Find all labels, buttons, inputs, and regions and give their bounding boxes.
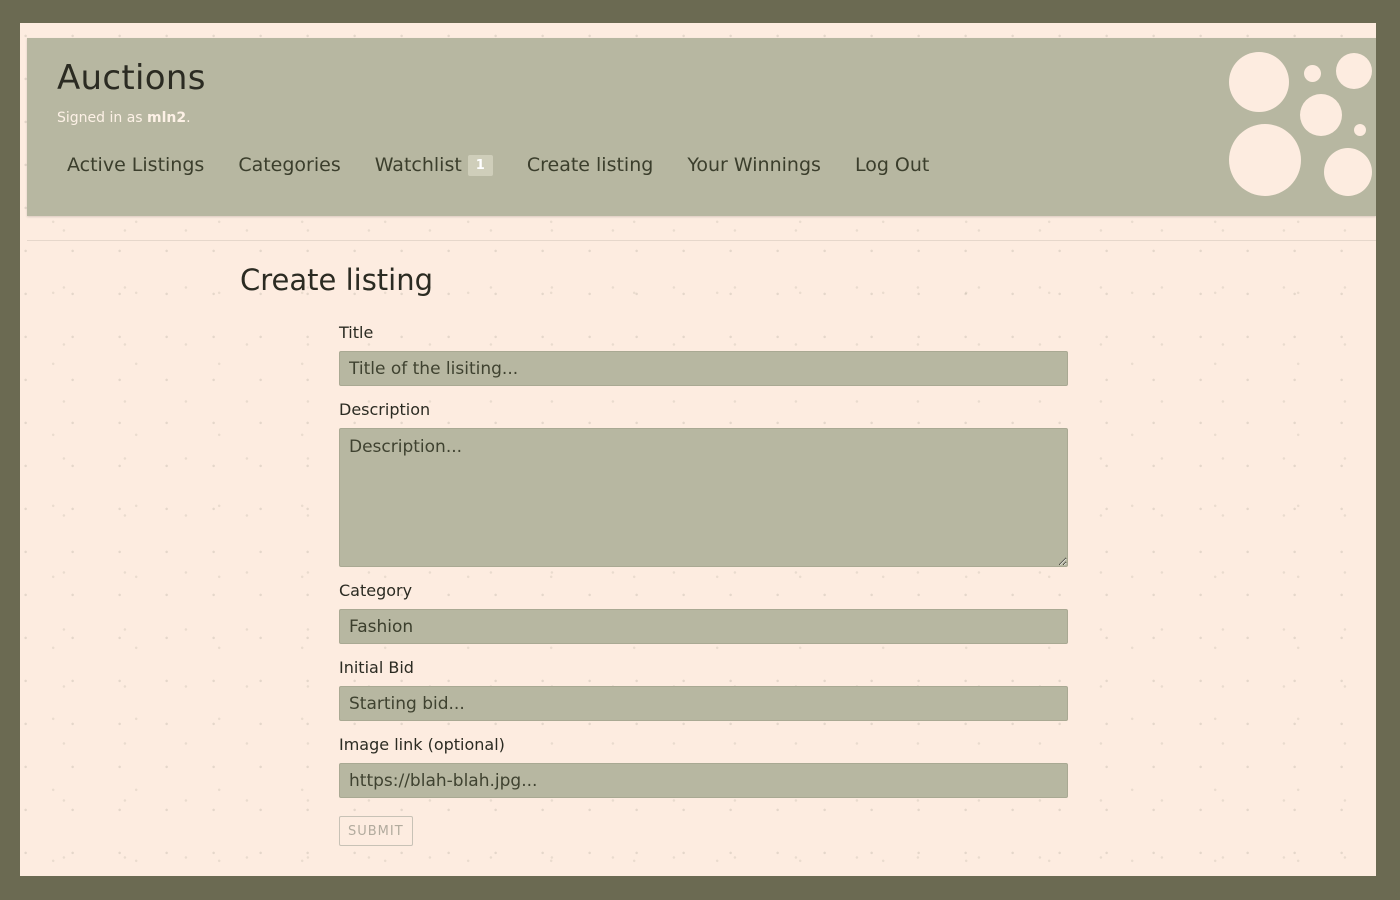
description-group: Description <box>339 400 1068 567</box>
page-title: Create listing <box>240 263 434 297</box>
title-input[interactable] <box>339 351 1068 386</box>
image-link-group: Image link (optional) <box>339 735 1068 798</box>
initial-bid-group: Initial Bid <box>339 658 1068 721</box>
bubble-shape <box>1229 52 1289 112</box>
title-group: Title <box>339 323 1068 386</box>
signed-in-status: Signed in as mln2. <box>57 110 191 126</box>
bubble-shape <box>1300 94 1342 136</box>
description-label: Description <box>339 400 431 419</box>
submit-button[interactable]: SUBMIT <box>339 816 413 846</box>
nav-categories[interactable]: Categories <box>238 154 340 176</box>
category-selected-value: Fashion <box>349 616 414 637</box>
category-select[interactable]: Fashion <box>339 609 1068 644</box>
bubbles-decoration <box>1216 38 1376 216</box>
main-nav: Active Listings Categories Watchlist 1 C… <box>67 154 963 176</box>
category-label: Category <box>339 581 413 600</box>
category-group: Category Fashion <box>339 581 1068 644</box>
bubble-shape <box>1324 148 1372 196</box>
bubble-shape <box>1304 65 1321 82</box>
bubble-shape <box>1229 124 1301 196</box>
initial-bid-input[interactable] <box>339 686 1068 721</box>
nav-create-listing[interactable]: Create listing <box>527 154 653 176</box>
site-title: Auctions <box>57 58 206 98</box>
nav-watchlist[interactable]: Watchlist 1 <box>375 154 493 176</box>
signed-in-suffix: . <box>186 110 191 126</box>
bubble-shape <box>1354 124 1366 136</box>
username: mln2 <box>147 110 187 126</box>
initial-bid-label: Initial Bid <box>339 658 414 677</box>
watchlist-count-badge: 1 <box>467 154 493 176</box>
page: Auctions Signed in as mln2. Active Listi… <box>20 23 1376 876</box>
create-listing-form: Title Description Category Fashion Initi… <box>339 323 1068 846</box>
nav-log-out[interactable]: Log Out <box>855 154 929 176</box>
image-link-label: Image link (optional) <box>339 735 505 754</box>
bubble-shape <box>1336 53 1372 89</box>
nav-active-listings[interactable]: Active Listings <box>67 154 204 176</box>
description-textarea[interactable] <box>339 428 1068 567</box>
image-link-input[interactable] <box>339 763 1068 798</box>
nav-your-winnings[interactable]: Your Winnings <box>687 154 821 176</box>
site-header: Auctions Signed in as mln2. Active Listi… <box>27 38 1376 216</box>
header-divider <box>27 240 1376 241</box>
signed-in-prefix: Signed in as <box>57 110 143 126</box>
title-label: Title <box>339 323 374 342</box>
nav-watchlist-label: Watchlist <box>374 154 462 176</box>
